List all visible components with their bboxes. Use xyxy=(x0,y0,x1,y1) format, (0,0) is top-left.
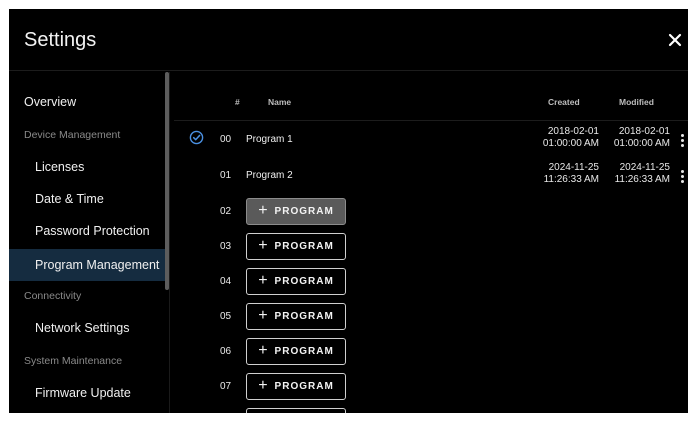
empty-slot-row: 04 + PROGRAM xyxy=(174,266,688,298)
column-header-modified: Modified xyxy=(619,97,654,107)
row-more-icon[interactable] xyxy=(681,170,685,184)
row-name: Program 2 xyxy=(246,170,293,181)
plus-icon: + xyxy=(258,237,269,254)
empty-slot-row: 03 + PROGRAM xyxy=(174,231,688,263)
plus-icon: + xyxy=(258,272,269,289)
dialog-header: Settings xyxy=(9,9,688,71)
sidebar-section-connectivity: Connectivity xyxy=(24,290,82,302)
header-divider xyxy=(174,120,688,121)
add-program-button[interactable]: +PROGRAM xyxy=(246,233,346,260)
table-row[interactable]: 00 Program 1 2018-02-01 01:00:00 AM 2018… xyxy=(174,124,688,156)
row-created: 2024-11-25 11:26:33 AM xyxy=(543,162,599,185)
sidebar-section-device-management: Device Management xyxy=(24,129,121,141)
plus-icon: + xyxy=(258,307,269,324)
settings-dialog: Settings Overview Device Management Lice… xyxy=(9,9,688,413)
row-modified: 2018-02-01 01:00:00 AM xyxy=(613,126,670,149)
column-header-name: Name xyxy=(268,97,292,107)
add-program-button[interactable]: +PROGRAM xyxy=(246,338,346,365)
sidebar-item-password-protection[interactable]: Password Protection xyxy=(9,215,165,247)
row-more-icon[interactable] xyxy=(681,134,685,148)
sidebar-item-firmware-update[interactable]: Firmware Update xyxy=(9,377,165,409)
row-modified: 2024-11-25 11:26:33 AM xyxy=(614,162,670,185)
sidebar-item-program-management[interactable]: Program Management xyxy=(9,249,165,281)
row-number: 03 xyxy=(220,241,232,252)
empty-slot-row: 02 + PROGRAM xyxy=(174,196,688,228)
row-number: 04 xyxy=(220,276,232,287)
plus-icon: + xyxy=(258,342,269,359)
add-program-button[interactable]: +PROGRAM xyxy=(246,198,346,225)
sidebar-scrollbar[interactable] xyxy=(165,72,169,290)
add-program-button[interactable]: +PROGRAM xyxy=(246,408,346,413)
sidebar-item-date-time[interactable]: Date & Time xyxy=(9,183,165,215)
empty-slot-row: 06 + PROGRAM xyxy=(174,336,688,368)
column-header-number: # xyxy=(235,97,240,107)
column-header-created: Created xyxy=(548,97,580,107)
plus-icon: + xyxy=(258,202,269,219)
sidebar-item-network-settings[interactable]: Network Settings xyxy=(9,312,165,344)
add-program-button[interactable]: +PROGRAM xyxy=(246,268,346,295)
dialog-title: Settings xyxy=(24,29,97,51)
row-number: 05 xyxy=(220,311,232,322)
table-row[interactable]: 01 Program 2 2024-11-25 11:26:33 AM 2024… xyxy=(174,160,688,192)
selected-check-icon[interactable] xyxy=(189,130,204,145)
empty-slot-row: 08 +PROGRAM xyxy=(174,406,688,413)
empty-slot-row: 07 + PROGRAM xyxy=(174,371,688,403)
program-table: # Name Created Modified 00 Program 1 201… xyxy=(174,72,688,413)
settings-sidebar: Overview Device Management Licenses Date… xyxy=(9,72,170,413)
row-number: 07 xyxy=(220,381,232,392)
sidebar-item-licenses[interactable]: Licenses xyxy=(9,151,165,183)
row-number: 00 xyxy=(220,134,232,145)
sidebar-item-overview[interactable]: Overview xyxy=(9,86,165,118)
row-created: 2018-02-01 01:00:00 AM xyxy=(542,126,599,149)
row-number: 02 xyxy=(220,206,232,217)
row-number: 06 xyxy=(220,346,232,357)
sidebar-section-system-maintenance: System Maintenance xyxy=(24,355,123,367)
row-name: Program 1 xyxy=(246,134,293,145)
close-icon[interactable] xyxy=(668,33,682,47)
add-program-button[interactable]: +PROGRAM xyxy=(246,303,346,330)
empty-slot-row: 05 + PROGRAM xyxy=(174,301,688,333)
plus-icon: + xyxy=(258,377,269,394)
add-program-button[interactable]: +PROGRAM xyxy=(246,373,346,400)
row-number: 01 xyxy=(220,170,232,181)
